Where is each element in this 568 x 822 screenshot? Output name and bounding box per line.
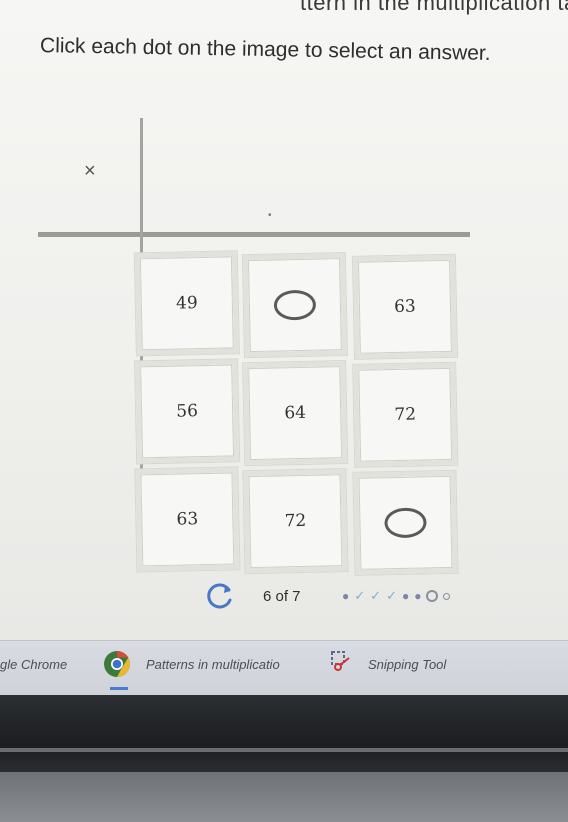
cell-r3-c3[interactable] <box>353 470 458 575</box>
indicator-6[interactable]: ● <box>414 588 421 604</box>
taskbar-snipping-tool[interactable]: Snipping Tool <box>368 657 446 672</box>
indicator-1[interactable]: ● <box>342 588 349 604</box>
bezel-edge <box>0 748 568 752</box>
indicator-7[interactable] <box>443 592 451 600</box>
cell-r3-c2: 72 <box>243 469 348 574</box>
cell-r2-c3: 72 <box>353 362 458 467</box>
indicator-5[interactable]: ● <box>402 588 409 604</box>
multiplication-sign: × <box>84 160 96 182</box>
taskbar-patterns-tab[interactable]: Patterns in multiplicatio <box>146 657 280 672</box>
answer-dot-r3-c3[interactable] <box>384 507 427 539</box>
answer-dot-r1-c2[interactable] <box>273 289 317 321</box>
taskbar-chrome-label[interactable]: gle Chrome <box>0 657 67 672</box>
question-indicators: ● ✓ ✓ ✓ ● ● <box>342 588 451 604</box>
desk-surface <box>0 772 568 822</box>
chrome-icon[interactable] <box>102 649 132 679</box>
cell-r2-c1: 56 <box>135 359 240 464</box>
table-horizontal-axis <box>38 232 470 237</box>
tiny-mark: • <box>268 210 272 221</box>
active-app-indicator <box>110 687 128 690</box>
progress-label: 6 of 7 <box>263 588 301 605</box>
indicator-4[interactable]: ✓ <box>386 588 397 604</box>
instruction-text: Click each dot on the image to select an… <box>39 34 491 65</box>
cell-r1-c2[interactable] <box>242 253 347 358</box>
multiplication-grid: 49 63 56 64 72 63 72 <box>125 236 477 575</box>
indicator-3[interactable]: ✓ <box>370 588 381 604</box>
reload-icon[interactable] <box>205 582 235 612</box>
quiz-screen: ttern in the multiplication tabl Click e… <box>0 0 568 640</box>
cell-r1-c3: 63 <box>352 254 458 359</box>
progress-bar: 6 of 7 ● ✓ ✓ ✓ ● ● <box>200 582 500 612</box>
cell-r3-c1: 63 <box>135 467 240 572</box>
indicator-2[interactable]: ✓ <box>354 588 365 604</box>
page-heading-partial: ttern in the multiplication tabl <box>300 0 568 15</box>
scissors-icon[interactable] <box>330 650 352 672</box>
cell-r2-c2: 64 <box>243 361 348 466</box>
taskbar: gle Chrome Patterns in multiplicatio Sni… <box>0 640 568 696</box>
indicator-current[interactable] <box>426 590 439 602</box>
cell-r1-c1: 49 <box>134 251 239 356</box>
